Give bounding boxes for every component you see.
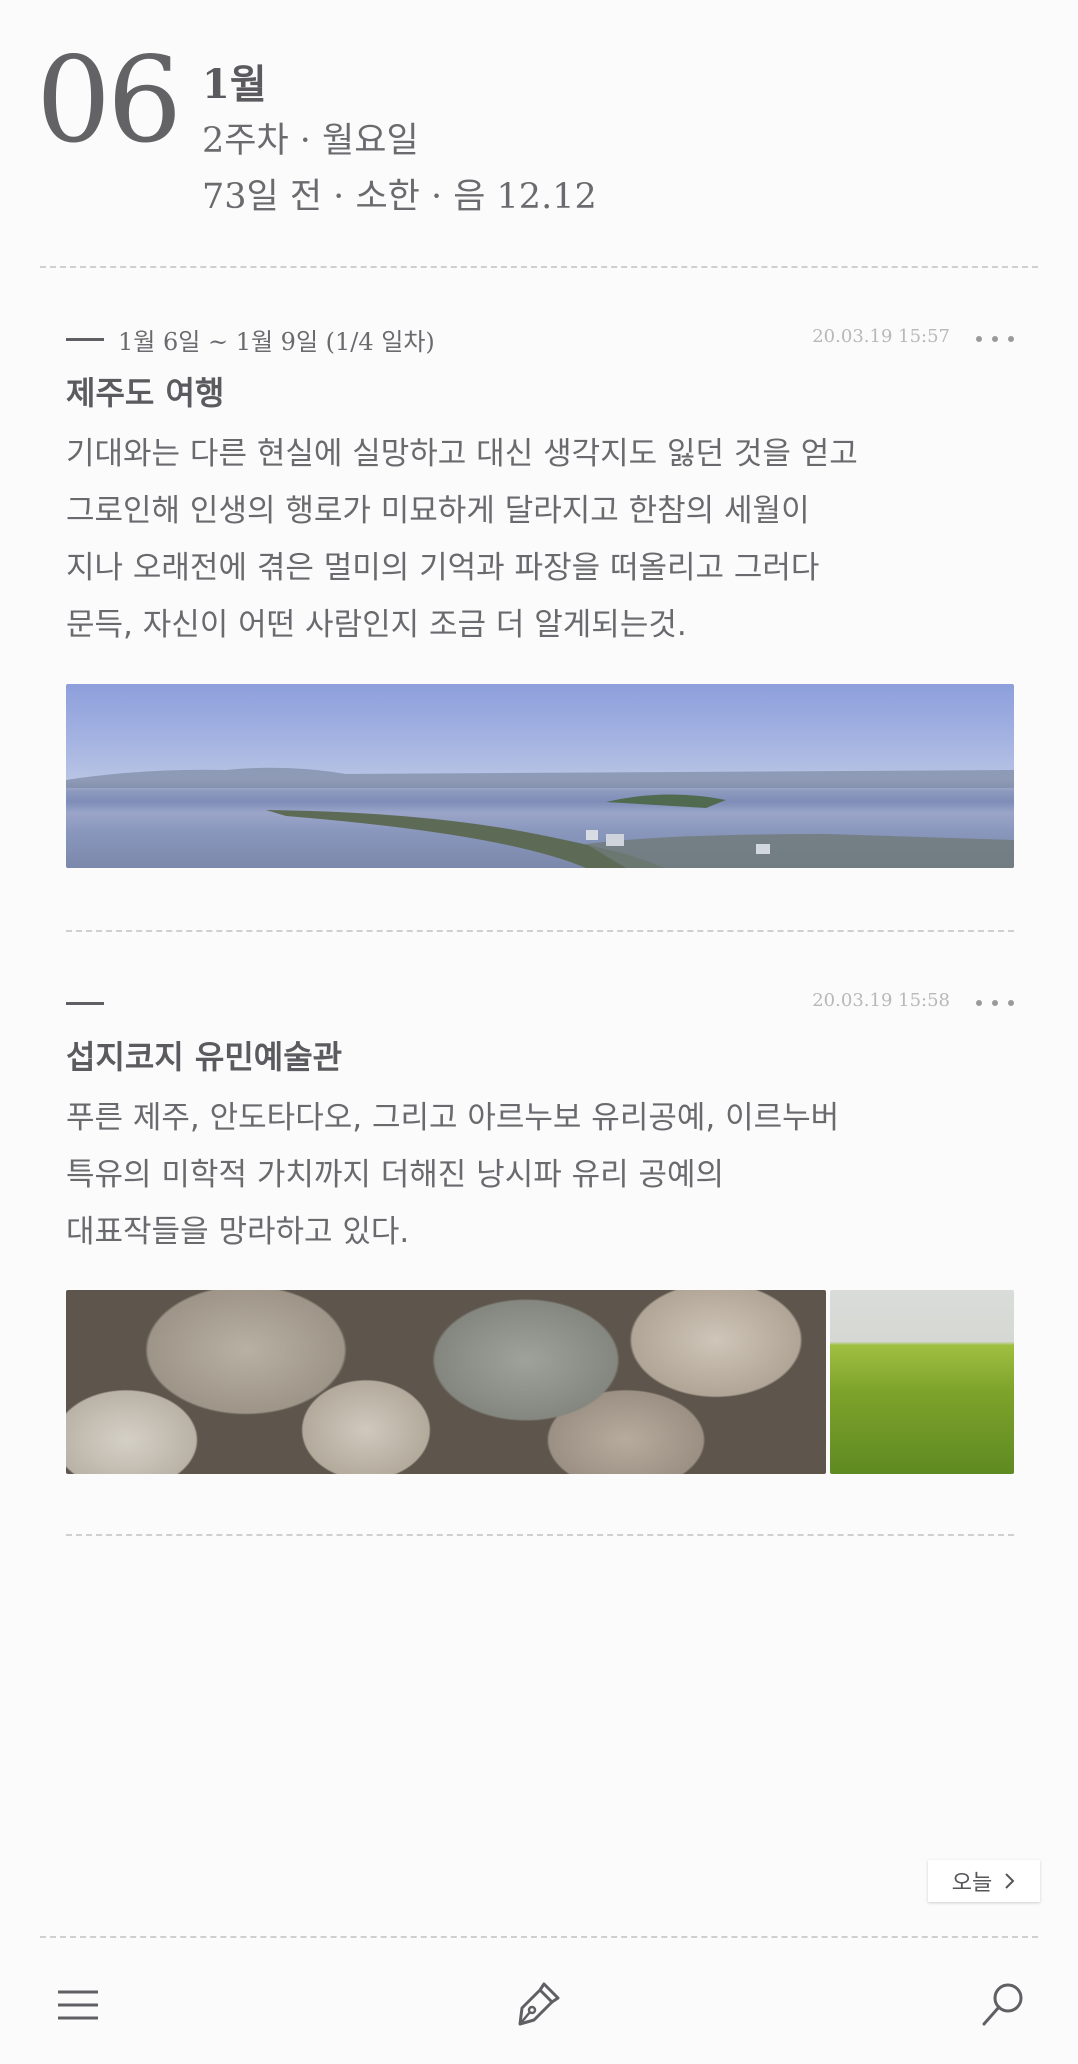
chevron-right-icon xyxy=(1005,1873,1015,1889)
month-label: 1월 xyxy=(202,61,267,108)
day-number: 06 xyxy=(36,31,182,169)
menu-icon[interactable] xyxy=(54,1980,104,2030)
entry-meta: 20.03.19 15:58 xyxy=(66,984,1014,1024)
today-button[interactable]: 오늘 xyxy=(928,1860,1040,1902)
divider xyxy=(66,1534,1014,1536)
entry-body: 푸른 제주, 안도타다오, 그리고 아르누보 유리공예, 이르누버 특유의 미학… xyxy=(66,1090,1014,1261)
entry-body-line: 지나 오래전에 겪은 멀미의 기억과 파장을 떠올리고 그러다 xyxy=(66,550,820,586)
pen-icon[interactable] xyxy=(512,1980,562,2030)
entry-body-line: 푸른 제주, 안도타다오, 그리고 아르누보 유리공예, 이르누버 xyxy=(66,1100,840,1136)
entry-body-line: 특유의 미학적 가치까지 더해진 낭시파 유리 공예의 xyxy=(66,1157,725,1193)
entry-photo-field[interactable] xyxy=(830,1290,1014,1474)
date-info-label: 73일 전 · 소한 · 음 12.12 xyxy=(202,177,597,217)
journal-entry[interactable]: 1월 6일 ~ 1월 9일 (1/4 일차) 20.03.19 15:57 제주… xyxy=(66,320,1014,654)
meta-dash xyxy=(66,1002,104,1005)
entry-body-line: 기대와는 다른 현실에 실망하고 대신 생각지도 잃던 것을 얻고 xyxy=(66,436,858,472)
entry-title: 제주도 여행 xyxy=(66,374,225,412)
divider xyxy=(40,1936,1038,1938)
entry-body: 기대와는 다른 현실에 실망하고 대신 생각지도 잃던 것을 얻고 그로인해 인… xyxy=(66,426,1014,654)
today-button-label: 오늘 xyxy=(951,1871,993,1896)
entry-photo-rocks[interactable] xyxy=(66,1290,826,1474)
entry-timestamp: 20.03.19 15:58 xyxy=(812,990,950,1011)
entry-body-line: 대표작들을 망라하고 있다. xyxy=(66,1214,410,1250)
divider xyxy=(40,266,1038,268)
entry-timestamp: 20.03.19 15:57 xyxy=(812,326,950,347)
journal-entry[interactable]: 20.03.19 15:58 섭지코지 유민예술관 푸른 제주, 안도타다오, … xyxy=(66,984,1014,1261)
divider xyxy=(66,930,1014,932)
date-header: 06 1월 2주차 · 월요일 73일 전 · 소한 · 음 12.12 xyxy=(0,0,1078,270)
entry-meta: 1월 6일 ~ 1월 9일 (1/4 일차) 20.03.19 15:57 xyxy=(66,320,1014,360)
entry-body-line: 그로인해 인생의 행로가 미묘하게 달라지고 한참의 세월이 xyxy=(66,493,810,529)
entry-date-range: 1월 6일 ~ 1월 9일 (1/4 일차) xyxy=(118,328,435,356)
entry-photo-coast[interactable] xyxy=(66,684,1014,868)
bottom-nav xyxy=(0,1940,1078,2064)
search-icon[interactable] xyxy=(978,1980,1028,2030)
week-day-label: 2주차 · 월요일 xyxy=(202,121,419,161)
entry-title: 섭지코지 유민예술관 xyxy=(66,1038,343,1076)
meta-dash xyxy=(66,338,104,341)
more-options-icon[interactable] xyxy=(976,326,1014,352)
entry-body-line: 문득, 자신이 어떤 사람인지 조금 더 알게되는것. xyxy=(66,607,687,643)
more-options-icon[interactable] xyxy=(976,990,1014,1016)
